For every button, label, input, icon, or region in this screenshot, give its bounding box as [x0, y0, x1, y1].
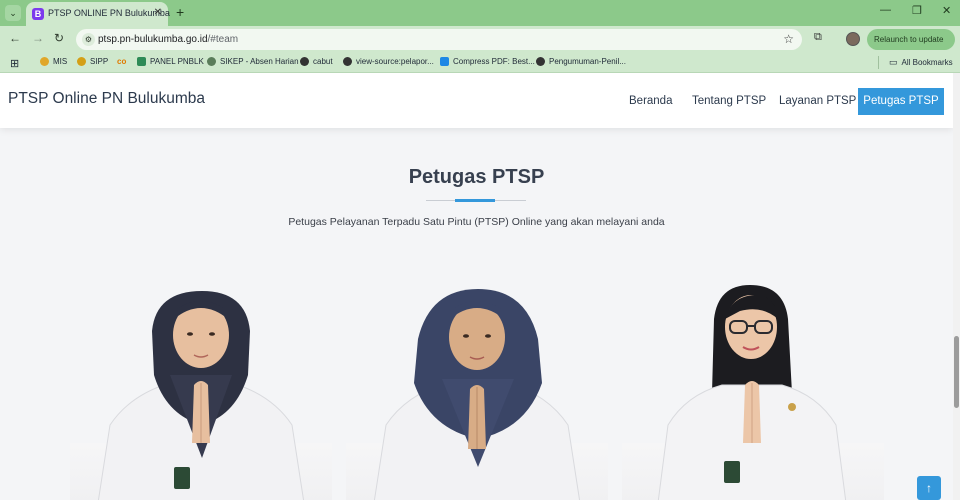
panel-favicon-icon: [137, 57, 146, 66]
tab-close-icon[interactable]: ✕: [154, 7, 162, 18]
minimize-icon[interactable]: —: [880, 4, 891, 16]
address-bar[interactable]: ⚙ ptsp.pn-bulukumba.go.id/#team ☆: [76, 29, 802, 50]
bookmarks-divider: [878, 56, 879, 69]
site-header: PTSP Online PN Bulukumba Beranda Tentang…: [0, 73, 953, 128]
address-url: ptsp.pn-bulukumba.go.id/#team: [98, 34, 238, 45]
bookmark-compress-pdf[interactable]: Compress PDF: Best...: [440, 57, 535, 66]
restore-icon[interactable]: ❐: [912, 4, 922, 17]
page-scrollbar[interactable]: [953, 73, 960, 500]
section-subtitle: Petugas Pelayanan Terpadu Satu Pintu (PT…: [288, 216, 665, 228]
staff-photo: [97, 291, 305, 500]
bookmark-view-source[interactable]: view-source:pelapor...: [343, 57, 434, 66]
page-content: PTSP Online PN Bulukumba Beranda Tentang…: [0, 73, 953, 500]
staff-photo: [373, 289, 581, 500]
bookmark-label: Compress PDF: Best...: [453, 57, 535, 66]
site-brand[interactable]: PTSP Online PN Bulukumba: [8, 90, 205, 108]
nav-tentang-ptsp[interactable]: Tentang PTSP: [692, 95, 766, 107]
bookmark-label: MIS: [53, 57, 68, 66]
forward-arrow-icon[interactable]: →: [32, 31, 44, 45]
relaunch-to-update-button[interactable]: Relaunch to update: [867, 29, 955, 50]
profile-avatar[interactable]: [846, 32, 860, 46]
team-card: [622, 283, 884, 500]
all-bookmarks[interactable]: ▭ All Bookmarks: [889, 57, 953, 68]
site-info-icon[interactable]: ⚙: [82, 33, 95, 46]
team-card: [70, 283, 332, 500]
bookmarks-bar: ⊞ MIS SIPP co PANEL PNBLK SIKEP - Absen …: [0, 52, 960, 73]
bookmark-label: SIPP: [90, 57, 109, 66]
folder-icon: ▭: [889, 57, 898, 67]
bookmark-label: cabut: [313, 57, 333, 66]
bookmark-link[interactable]: co: [117, 57, 126, 66]
extensions-puzzle-icon[interactable]: ⧉: [814, 31, 822, 44]
browser-toolbar: ← → ↻ ⚙ ptsp.pn-bulukumba.go.id/#team ☆ …: [0, 26, 960, 52]
bookmark-panel-pnblk[interactable]: PANEL PNBLK: [137, 57, 204, 66]
section-title: Petugas PTSP: [408, 166, 545, 188]
sipp-favicon-icon: [77, 57, 86, 66]
mis-favicon-icon: [40, 57, 49, 66]
back-to-top-arrow-icon[interactable]: ↑: [917, 476, 941, 500]
nav-petugas-ptsp[interactable]: Petugas PTSP: [858, 88, 944, 115]
back-arrow-icon[interactable]: ←: [9, 31, 21, 45]
title-underline-accent: [455, 199, 495, 202]
reload-icon[interactable]: ↻: [54, 31, 64, 45]
bookmark-label: SIKEP - Absen Harian: [220, 57, 299, 66]
scrollbar-thumb[interactable]: [954, 336, 959, 408]
url-path: /#team: [207, 34, 239, 45]
bookmark-mis[interactable]: MIS: [40, 57, 67, 66]
compress-favicon-icon: [440, 57, 449, 66]
new-tab-plus-icon[interactable]: +: [176, 4, 184, 20]
bookmark-sikep[interactable]: SIKEP - Absen Harian: [207, 57, 299, 66]
team-card: [346, 283, 608, 500]
bookmark-cabut[interactable]: cabut: [300, 57, 333, 66]
bookmark-sipp[interactable]: SIPP: [77, 57, 108, 66]
globe-icon: [343, 57, 352, 66]
apps-grid-icon[interactable]: ⊞: [10, 57, 19, 70]
bookmark-label: view-source:pelapor...: [356, 57, 434, 66]
url-host: ptsp.pn-bulukumba.go.id: [98, 34, 208, 45]
nav-beranda[interactable]: Beranda: [629, 95, 672, 107]
close-window-icon[interactable]: ✕: [942, 4, 951, 17]
bookmark-star-icon[interactable]: ☆: [783, 32, 794, 46]
link-chain-icon: co: [117, 57, 127, 66]
nav-layanan-ptsp[interactable]: Layanan PTSP: [779, 95, 856, 107]
staff-photo: [657, 285, 847, 500]
sikep-favicon-icon: [207, 57, 216, 66]
bookmark-label: Pengumuman-Penil...: [549, 57, 626, 66]
tab-favicon-icon: B: [32, 8, 44, 20]
tab-search-chevron-icon[interactable]: ⌄: [5, 5, 21, 21]
bookmark-label: All Bookmarks: [901, 58, 953, 67]
tab-title: PTSP ONLINE PN Bulukumba: [48, 8, 170, 18]
browser-tab-strip: ⌄ B PTSP ONLINE PN Bulukumba ✕ + — ❐ ✕: [0, 0, 960, 26]
globe-icon: [300, 57, 309, 66]
globe-icon: [536, 57, 545, 66]
bookmark-label: PANEL PNBLK: [150, 57, 204, 66]
browser-tab-active[interactable]: B PTSP ONLINE PN Bulukumba ✕: [26, 2, 170, 26]
bookmark-pengumuman[interactable]: Pengumuman-Penil...: [536, 57, 626, 66]
